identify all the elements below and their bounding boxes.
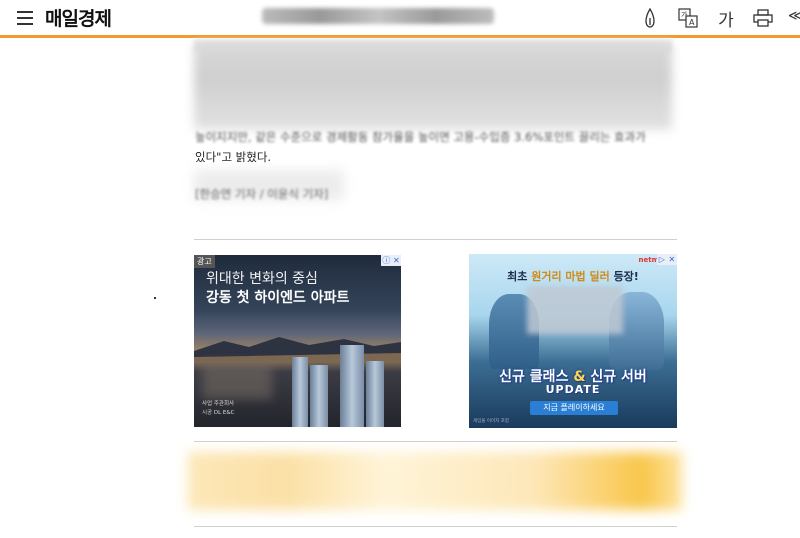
article-line: 있다"고 밝혔다.: [195, 150, 272, 164]
ad-update-text: UPDATE: [545, 383, 601, 396]
ad-blurred-text: [202, 363, 272, 399]
translate-icon[interactable]: 가A: [677, 5, 699, 31]
stray-dot: [154, 297, 156, 299]
article-byline: [한승연 기자 / 이윤식 기자]: [195, 187, 329, 201]
divider: [194, 239, 677, 240]
ad-game-banner[interactable]: netm◎ ▷ ✕ 최초 원거리 마법 딜러 등장! 신규 클래스 & 신규 서버…: [469, 254, 677, 428]
adchoices-icon[interactable]: ⓘ ✕: [381, 255, 401, 266]
building-image: [292, 357, 308, 427]
ad-blurred-image: [527, 286, 623, 334]
building-image: [310, 365, 328, 427]
print-icon[interactable]: [752, 5, 774, 31]
font-size-icon[interactable]: 가: [716, 5, 736, 31]
ad-headline: 위대한 변화의 중심: [206, 271, 318, 287]
ad-headline: 최초 원거리 마법 딜러 등장!: [507, 270, 639, 283]
ad-fine-print: 사업 주관회사 시공 DL E&C: [202, 401, 235, 416]
article-body: 높이지지만, 같은 수준으로 경제활동 참가율을 높이면 고용-수입증 3.6%…: [195, 127, 675, 167]
ad-label: 광고: [194, 255, 215, 268]
divider: [194, 441, 677, 442]
ad-banner-blurred[interactable]: [188, 452, 682, 510]
menu-icon[interactable]: [17, 11, 33, 25]
article-line: 높이지지만, 같은 수준으로 경제활동 참가율을 높이면 고용-수입증 3.6%…: [195, 130, 646, 144]
headline-title-blurred: [262, 8, 494, 24]
share-icon[interactable]: ≪: [788, 8, 800, 24]
building-image: [366, 361, 384, 427]
ad-headline: 강동 첫 하이엔드 아파트: [206, 290, 350, 306]
divider: [194, 526, 677, 527]
ad-apartment-banner[interactable]: 광고 ⓘ ✕ 위대한 변화의 중심 강동 첫 하이엔드 아파트 사업 주관회사 시…: [194, 255, 401, 427]
hand-icon[interactable]: [640, 5, 660, 31]
play-now-button[interactable]: 지금 플레이하세요: [530, 401, 618, 415]
svg-text:A: A: [689, 18, 695, 27]
site-logo[interactable]: 매일경제: [45, 4, 112, 31]
article-paragraph-blurred: [194, 44, 672, 130]
ad-fine-print: 게임물 이미지 포함: [473, 419, 509, 424]
svg-text:가: 가: [681, 10, 688, 19]
site-header: 매일경제 가A 가 ≪: [0, 0, 800, 38]
adchoices-icon[interactable]: ▷ ✕: [657, 254, 677, 265]
building-image: [340, 345, 364, 427]
